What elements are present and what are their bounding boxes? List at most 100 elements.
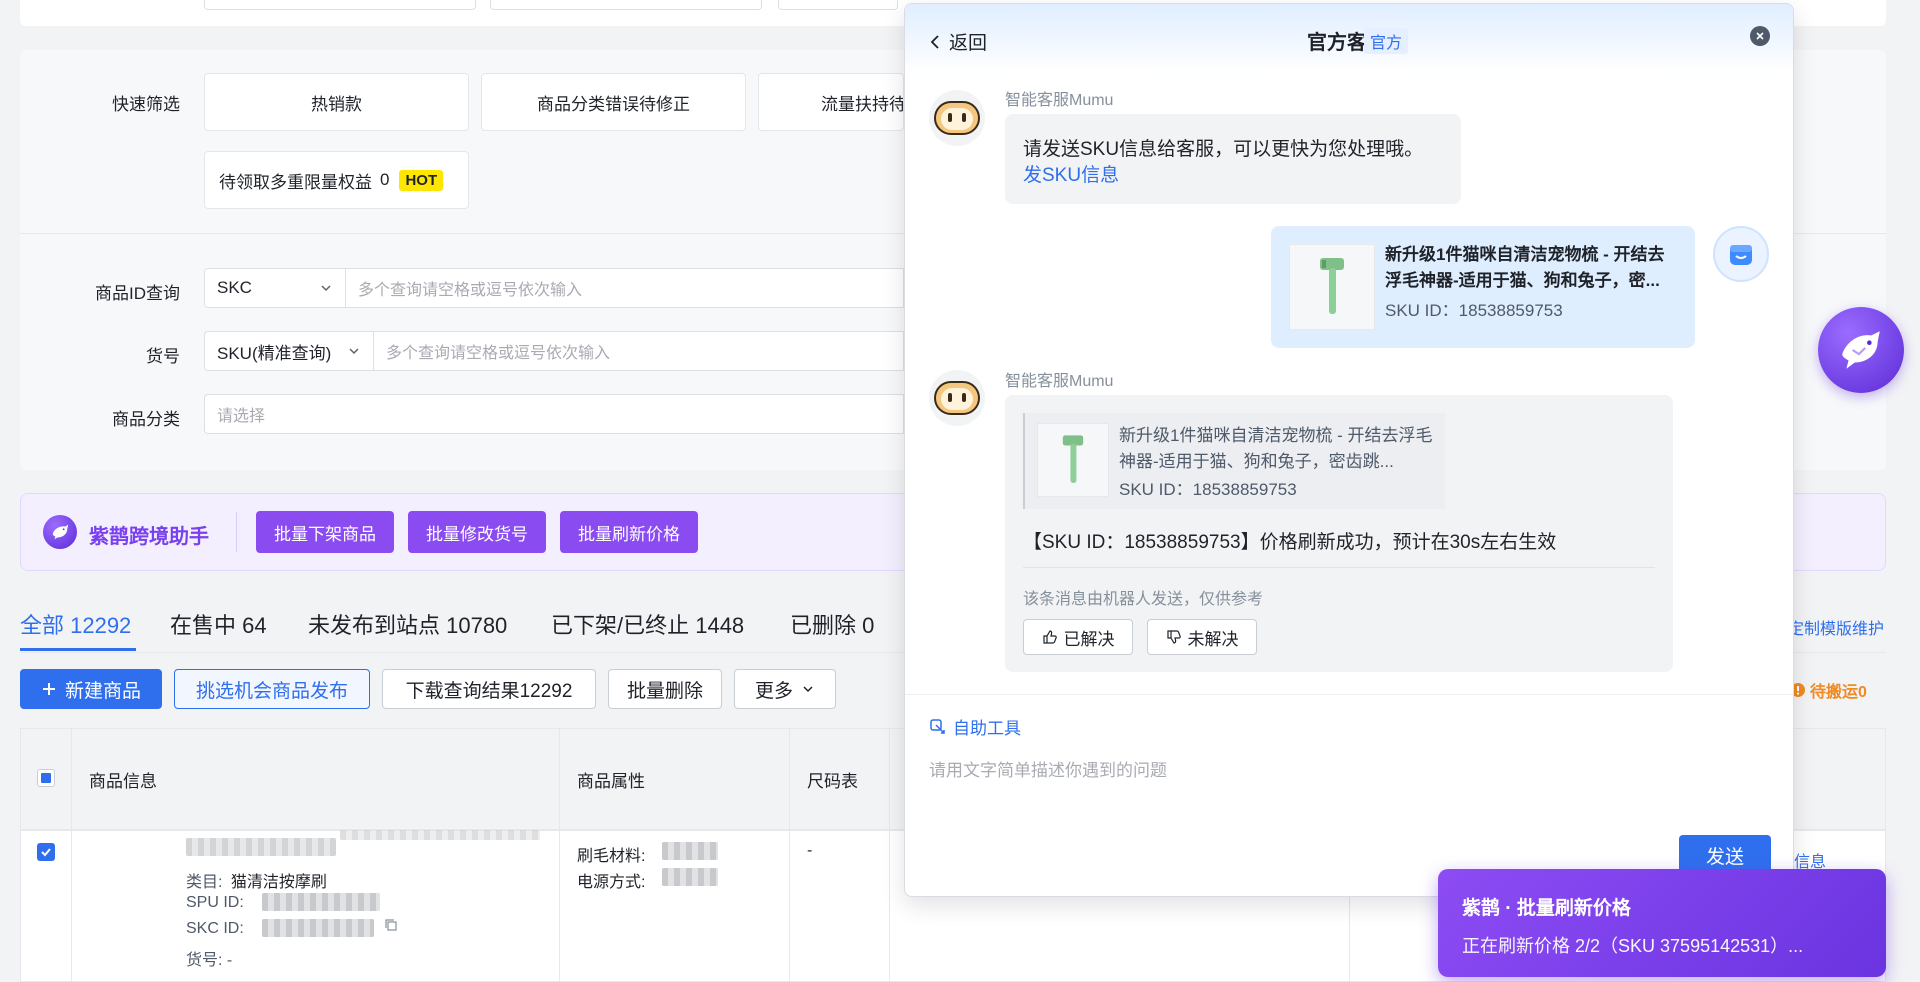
th-product-info: 商品信息 bbox=[89, 772, 157, 791]
input-divider bbox=[905, 694, 1793, 695]
tool-icon bbox=[930, 718, 945, 734]
copy-icon[interactable] bbox=[384, 918, 398, 932]
category-label: 商品分类 bbox=[112, 410, 180, 429]
sku-type-value: SKU(精准查询) bbox=[217, 343, 332, 363]
batch-refresh-toast: 紫鹊 · 批量刷新价格 正在刷新价格 2/2（SKU 37595142531）.… bbox=[1438, 869, 1886, 977]
store-icon bbox=[1730, 245, 1752, 265]
category-value: 猫清洁按摩刷 bbox=[230, 874, 327, 891]
robot-note: 该条消息由机器人发送，仅供参考 bbox=[1023, 591, 1264, 608]
sku-type-select[interactable]: SKU(精准查询) bbox=[204, 331, 374, 371]
message-input[interactable]: 请用文字简单描述你遇到的问题 bbox=[929, 756, 1769, 836]
assistant-title: 紫鹊跨境助手 bbox=[89, 526, 209, 548]
new-product-label: 新建商品 bbox=[64, 680, 141, 702]
row-checkbox[interactable] bbox=[37, 843, 55, 861]
quoted-title: 新升级1件猫咪自清洁宠物梳 - 开结去浮毛神器-适用于猫、狗和兔子，密齿跳... bbox=[1119, 426, 1433, 471]
batch-refresh-price-button[interactable]: 批量刷新价格 bbox=[560, 511, 698, 553]
thumbs-up-icon bbox=[1042, 630, 1057, 644]
template-maintain-link[interactable]: 定制模版维护 bbox=[1788, 615, 1884, 639]
assistant-divider bbox=[236, 512, 237, 552]
bot-message-bubble: 请发送SKU信息给客服，可以更快为您处理哦。 发SKU信息 bbox=[1005, 114, 1461, 204]
id-type-select[interactable]: SKC bbox=[204, 268, 346, 308]
category-row: 类目: 猫清洁按摩刷 bbox=[186, 868, 327, 892]
top-input-1[interactable] bbox=[204, 0, 476, 10]
id-query-label: 商品ID查询 bbox=[95, 284, 180, 303]
unsolved-button[interactable]: 未解决 bbox=[1147, 619, 1257, 655]
pending-move-link[interactable]: 待搬运0 bbox=[1790, 678, 1867, 702]
category-label-text: 类目: bbox=[186, 874, 223, 891]
back-button[interactable]: 返回 bbox=[929, 28, 987, 55]
tab-on-sale[interactable]: 在售中 64 bbox=[170, 608, 267, 640]
download-results-button[interactable]: 下载查询结果12292 bbox=[382, 669, 596, 709]
new-product-button[interactable]: 新建商品 bbox=[20, 669, 162, 709]
pet-comb-icon bbox=[1062, 435, 1084, 483]
bot-avatar bbox=[929, 370, 985, 426]
top-input-3[interactable] bbox=[778, 0, 898, 10]
chevron-down-icon bbox=[349, 348, 359, 355]
tab-all[interactable]: 全部 12292 bbox=[20, 608, 131, 640]
pick-publish-button[interactable]: 挑选机会商品发布 bbox=[174, 669, 370, 709]
spu-id-label: SPU ID: bbox=[186, 894, 244, 911]
spu-id-redacted bbox=[262, 893, 380, 911]
user-product-card[interactable]: 新升级1件猫咪自清洁宠物梳 - 开结去浮毛神器-适用于猫、狗和兔子，密... S… bbox=[1271, 226, 1695, 348]
solved-button[interactable]: 已解决 bbox=[1023, 619, 1133, 655]
solved-label: 已解决 bbox=[1063, 629, 1115, 649]
batch-edit-code-button[interactable]: 批量修改货号 bbox=[408, 511, 546, 553]
self-help-tool-button[interactable]: 自助工具 bbox=[929, 714, 1021, 739]
pet-comb-icon bbox=[1320, 258, 1344, 314]
quick-filter-label: 快速筛选 bbox=[112, 95, 180, 114]
col-separator bbox=[789, 728, 790, 982]
more-dropdown[interactable]: 更多 bbox=[734, 669, 836, 709]
back-label: 返回 bbox=[949, 33, 988, 54]
col-separator bbox=[559, 728, 560, 982]
toast-body: 正在刷新价格 2/2（SKU 37595142531）... bbox=[1462, 936, 1804, 956]
attr-bristle-redacted bbox=[662, 842, 718, 860]
tab-delisted[interactable]: 已下架/已终止 1448 bbox=[551, 608, 744, 640]
refresh-success-text: 【SKU ID：18538859753】价格刷新成功，预计在30s左右生效 bbox=[1023, 532, 1557, 553]
send-sku-link[interactable]: 发SKU信息 bbox=[1023, 160, 1119, 187]
tab-deleted[interactable]: 已删除 0 bbox=[790, 608, 874, 640]
attr-bristle: 刷毛材料: bbox=[577, 848, 646, 865]
id-type-value: SKC bbox=[217, 278, 252, 297]
chevron-left-icon bbox=[930, 34, 939, 49]
quoted-product: 新升级1件猫咪自清洁宠物梳 - 开结去浮毛神器-适用于猫、狗和兔子，密齿跳...… bbox=[1023, 413, 1445, 509]
select-all-checkbox[interactable] bbox=[37, 769, 55, 787]
assistant-float-button[interactable] bbox=[1818, 307, 1904, 393]
bubble-divider bbox=[1023, 567, 1655, 568]
chevron-down-icon bbox=[803, 686, 813, 693]
chip-category-error[interactable]: 商品分类错误待修正 bbox=[481, 73, 746, 131]
chip-traffic-support[interactable]: 流量扶持待 bbox=[758, 73, 904, 131]
size-chart-value: - bbox=[807, 842, 813, 859]
active-tab-underline bbox=[20, 648, 136, 651]
hot-badge: HOT bbox=[399, 169, 444, 191]
unsolved-label: 未解决 bbox=[1187, 629, 1239, 649]
pending-move-text: 待搬运0 bbox=[1810, 684, 1867, 701]
bot-reply-bubble: 新升级1件猫咪自清洁宠物梳 - 开结去浮毛神器-适用于猫、狗和兔子，密齿跳...… bbox=[1005, 395, 1673, 672]
tab-unpublished[interactable]: 未发布到站点 10780 bbox=[308, 608, 507, 640]
bot-avatar bbox=[929, 90, 985, 146]
quoted-thumbnail bbox=[1037, 423, 1109, 497]
batch-delete-button[interactable]: 批量删除 bbox=[608, 669, 722, 709]
close-icon[interactable] bbox=[1750, 26, 1770, 46]
batch-delist-button[interactable]: 批量下架商品 bbox=[256, 511, 394, 553]
self-help-label: 自助工具 bbox=[953, 719, 1021, 738]
sku-query-input[interactable]: 多个查询请空格或逗号依次输入 bbox=[374, 331, 904, 371]
top-input-2[interactable] bbox=[490, 0, 762, 10]
bot-name: 智能客服Mumu bbox=[1005, 373, 1114, 390]
product-sku-id: SKU ID：18538859753 bbox=[1385, 301, 1563, 320]
customer-service-panel: 返回 官方客服 官方 智能客服Mumu 请发送SKU信息给客服，可以更快为您处理… bbox=[904, 3, 1794, 897]
chip-rights[interactable]: 待领取多重限量权益 0 HOT bbox=[204, 151, 469, 209]
bot-face-icon bbox=[934, 101, 980, 135]
skc-id-label: SKC ID: bbox=[186, 920, 244, 937]
th-size-chart: 尺码表 bbox=[807, 772, 858, 791]
product-thumbnail bbox=[1289, 244, 1375, 330]
more-label: 更多 bbox=[754, 680, 793, 702]
category-select[interactable]: 请选择 bbox=[204, 394, 904, 434]
id-query-input[interactable]: 多个查询请空格或逗号依次输入 bbox=[346, 268, 904, 308]
indeterminate-mark bbox=[41, 773, 51, 783]
toast-title: 紫鹊 · 批量刷新价格 bbox=[1462, 898, 1631, 919]
attr-power: 电源方式: bbox=[577, 874, 646, 891]
col-separator bbox=[71, 728, 72, 982]
thumbs-down-icon bbox=[1166, 630, 1181, 644]
chip-hot-sale[interactable]: 热销款 bbox=[204, 73, 469, 131]
th-product-attrs: 商品属性 bbox=[577, 772, 645, 791]
